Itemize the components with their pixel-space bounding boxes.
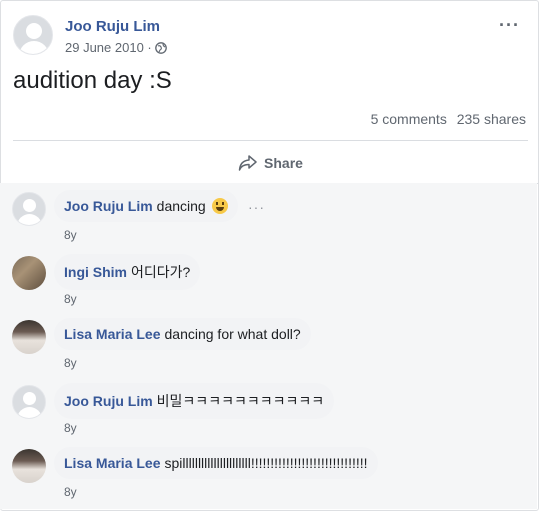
more-options-icon[interactable]: ··· (499, 15, 520, 36)
comment-age[interactable]: 8y (64, 356, 77, 370)
commenter-avatar[interactable] (12, 385, 46, 419)
comment-text: dancing for what doll? (164, 326, 301, 342)
divider (13, 140, 528, 141)
commenter-name[interactable]: Joo Ruju Lim (64, 198, 153, 214)
comment-age[interactable]: 8y (64, 292, 77, 306)
post-header: Joo Ruju Lim 29 June 2010 · ··· (13, 15, 528, 59)
commenter-name[interactable]: Lisa Maria Lee (64, 455, 161, 471)
comment-text: 비밀ㅋㅋㅋㅋㅋㅋㅋㅋㅋㅋㅋ (156, 393, 325, 409)
commenter-name[interactable]: Ingi Shim (64, 264, 127, 280)
author-avatar[interactable] (13, 15, 53, 55)
comment-bubble: Joo Ruju Lim 비밀ㅋㅋㅋㅋㅋㅋㅋㅋㅋㅋㅋ (54, 383, 335, 419)
share-button[interactable]: Share (1, 147, 540, 179)
commenter-avatar[interactable] (12, 449, 46, 483)
post-text: audition day :S (13, 67, 172, 94)
comment-age[interactable]: 8y (64, 421, 77, 435)
commenter-avatar[interactable] (12, 192, 46, 226)
post-author[interactable]: Joo Ruju Lim (65, 18, 160, 35)
comment-bubble: Joo Ruju Lim dancing (54, 190, 238, 222)
shares-count[interactable]: 235 shares (457, 111, 526, 127)
commenter-avatar[interactable] (12, 320, 46, 354)
comment-age[interactable]: 8y (64, 228, 77, 242)
comment-bubble: Ingi Shim 어디다가? (54, 254, 201, 290)
comment-bubble: Lisa Maria Lee dancing for what doll? (54, 318, 311, 350)
comment-more-icon[interactable]: ··· (248, 199, 265, 215)
commenter-name[interactable]: Lisa Maria Lee (64, 326, 161, 342)
share-arrow-icon (238, 155, 257, 171)
comments-count[interactable]: 5 comments (371, 111, 447, 127)
share-label: Share (264, 155, 303, 171)
commenter-name[interactable]: Joo Ruju Lim (64, 393, 153, 409)
globe-icon (154, 41, 167, 54)
comment-bubble: Lisa Maria Lee spillllllllllllllllllllll!… (54, 447, 378, 479)
post-date[interactable]: 29 June 2010 · (65, 40, 152, 55)
comment-text: dancing (156, 198, 206, 214)
commenter-avatar[interactable] (12, 256, 46, 290)
post-meta: 29 June 2010 · (65, 40, 167, 55)
engagement-counts: 5 comments 235 shares (365, 111, 526, 127)
comment-text: 어디다가? (131, 264, 191, 280)
grinning-emoji-icon (211, 198, 228, 214)
comment-age[interactable]: 8y (64, 485, 77, 499)
comment-text: spillllllllllllllllllllll!!!!!!!!!!!!!!!… (164, 455, 368, 471)
